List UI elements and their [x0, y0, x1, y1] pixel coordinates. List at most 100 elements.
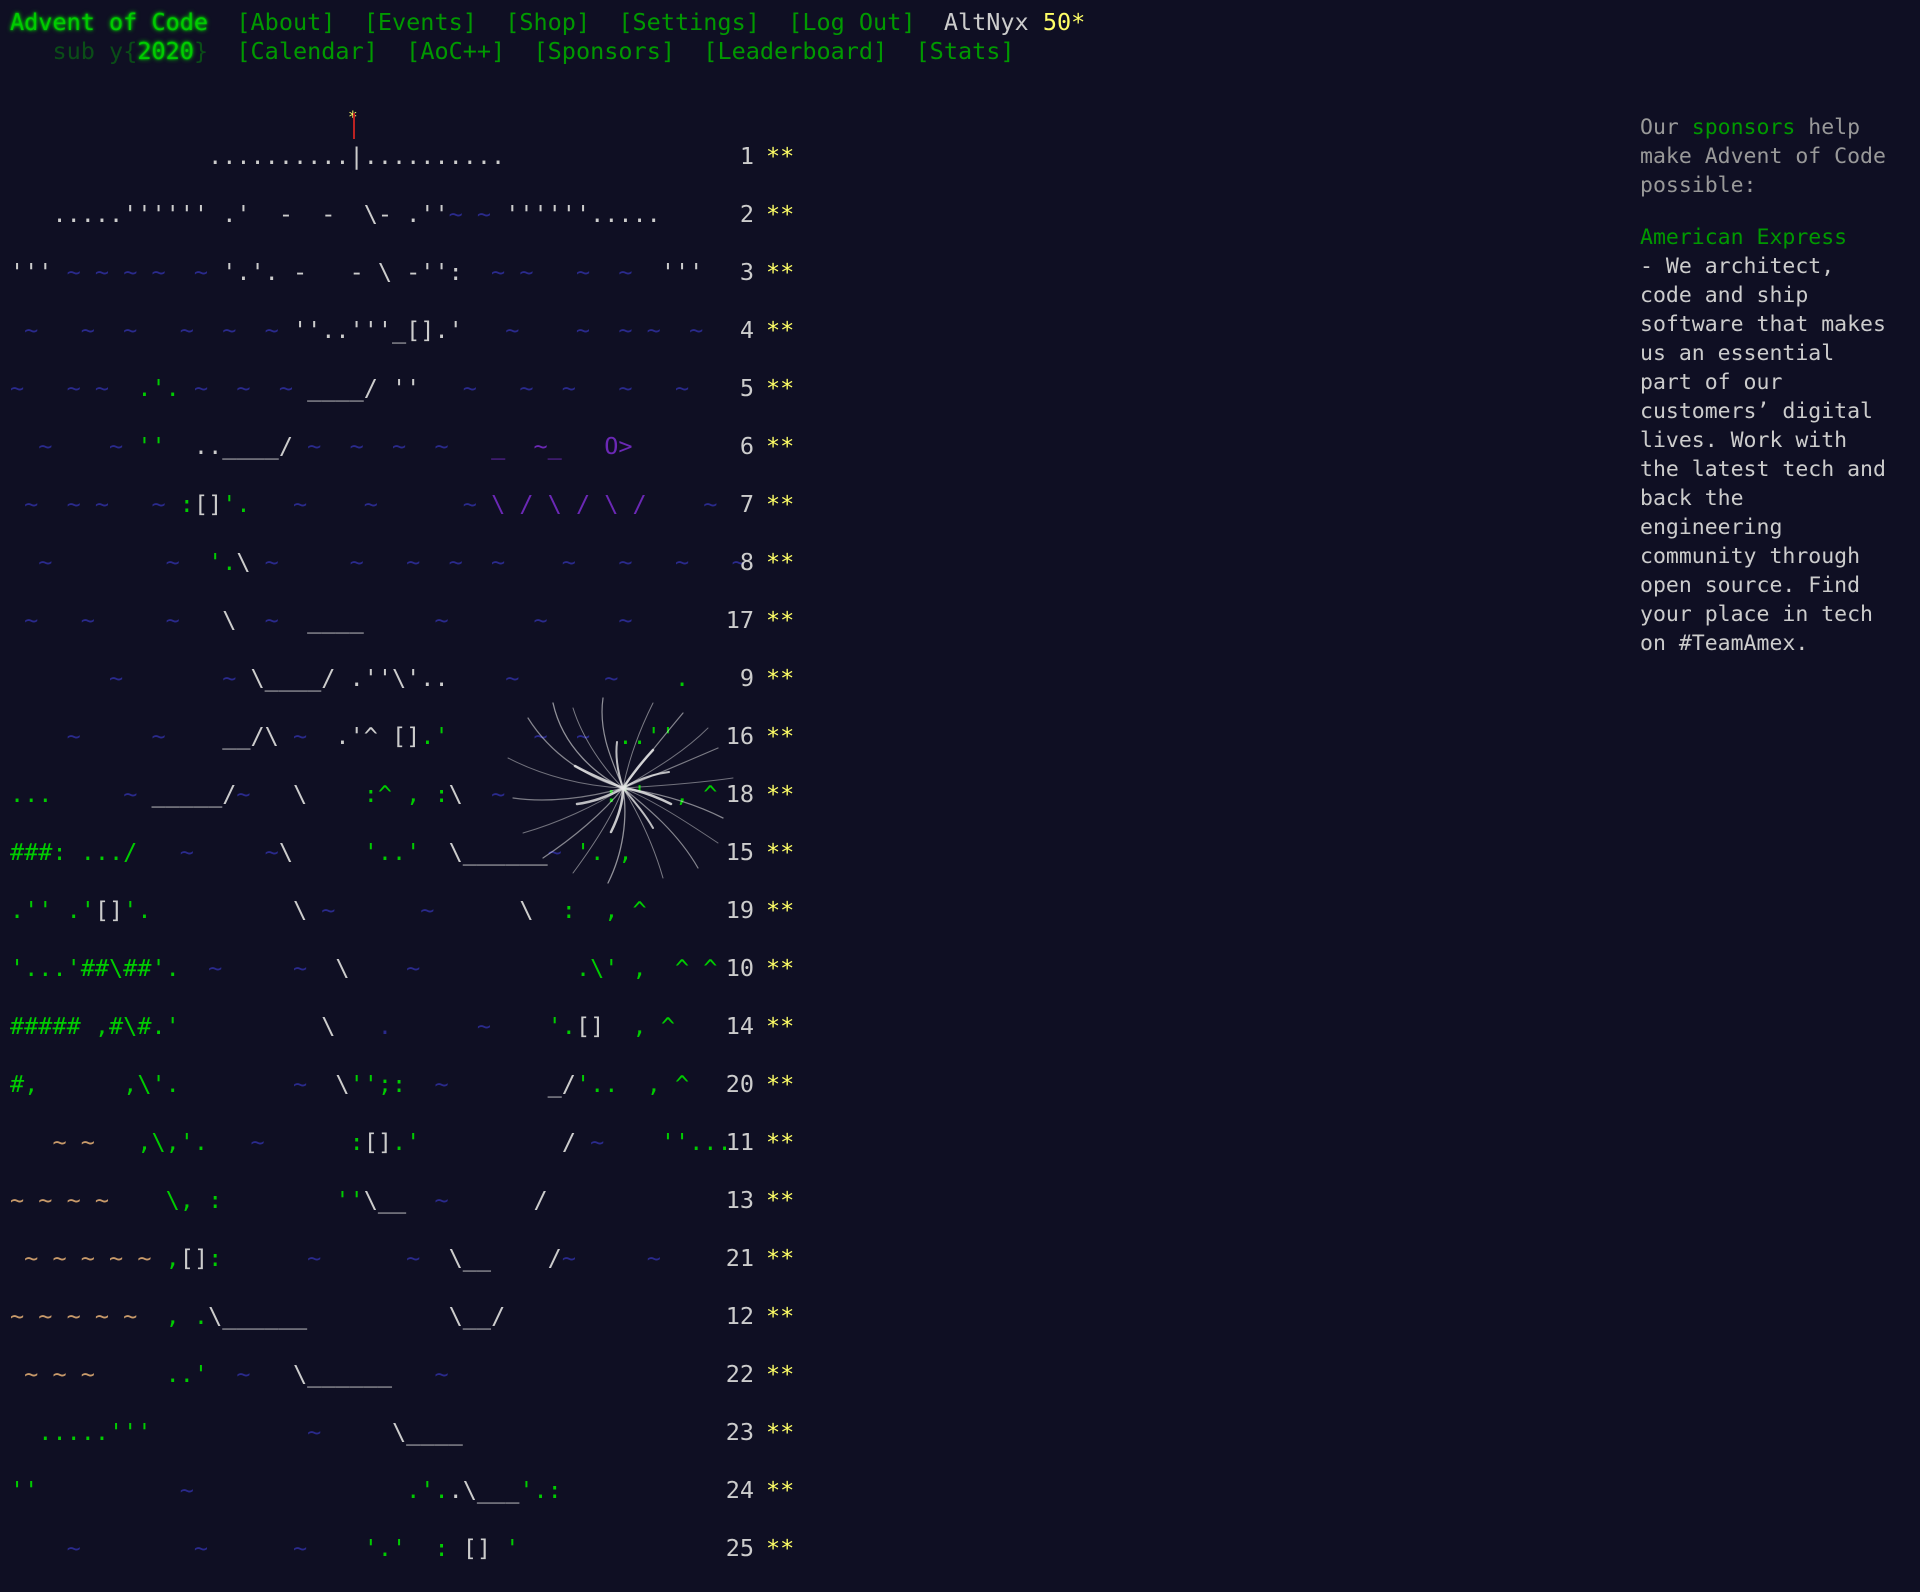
day-number: 20 — [725, 1070, 754, 1098]
day-number: 4 — [739, 316, 754, 344]
calendar-day-row[interactable]: ''' ~ ~ ~ ~ ~ '.'. - - \ -'': ~ ~ ~ ~ ''… — [10, 258, 794, 287]
calendar-day-row[interactable]: ~ ~ '.\ ~ ~ ~ ~ ~ ~ ~ ~ ~8 ** — [10, 548, 794, 577]
calendar-art: ~ ~ ~ '.' : [] ' — [10, 1534, 520, 1562]
nav-aocplusplus[interactable]: [AoC++] — [406, 37, 505, 65]
day-number: 19 — [725, 896, 754, 924]
day-number: 1 — [739, 142, 754, 170]
calendar-art: '' ~ .'..\___'.: — [10, 1476, 562, 1504]
year-suffix: } — [193, 37, 209, 65]
day-stars: ** — [766, 722, 795, 750]
calendar-day-row[interactable]: #, ,\'. ~ \'';: ~ _/'.. , ^ 20 ** — [10, 1070, 794, 1099]
calendar-art: .....''' ~ \____ — [10, 1418, 463, 1446]
calendar-art: ~ ~ \____/ .''\'.. ~ ~ . — [10, 664, 690, 692]
calendar-day-row[interactable]: ..........|.......... 1 ** — [10, 142, 794, 171]
calendar-art: .'' .'[]'. \ ~ ~ \ : , ^ — [10, 896, 647, 924]
calendar-art: ~ ~ '' ..____/ ~ ~ ~ ~ _ ~_ O> — [10, 432, 633, 460]
sponsor-description: - We architect, code and ship software t… — [1640, 254, 1886, 656]
day-number: 23 — [725, 1418, 754, 1446]
day-stars: ** — [766, 664, 795, 692]
sponsor-entry: American Express - We architect, code an… — [1640, 223, 1890, 658]
calendar-day-row[interactable]: ~ ~ ,\,'. ~ :[].' / ~ ''...11 ** — [10, 1128, 794, 1157]
year-link[interactable]: 2020 — [137, 37, 194, 65]
day-stars: ** — [766, 1186, 795, 1214]
day-stars: ** — [766, 1302, 795, 1330]
day-number: 22 — [725, 1360, 754, 1388]
calendar-day-row[interactable]: ~ ~ ~ ~ ~ , .\______ \__/ 12 ** — [10, 1302, 794, 1331]
day-number: 9 — [739, 664, 754, 692]
header-bottom-row: sub y{2020} [Calendar] [AoC++] [Sponsors… — [10, 37, 1015, 66]
calendar-day-row[interactable]: ~ ~ ~ ..' ~ \______ ~ 22 ** — [10, 1360, 794, 1389]
calendar-day-row[interactable]: '' ~ .'..\___'.: 24 ** — [10, 1476, 794, 1505]
username: AltNyx — [943, 8, 1029, 36]
intro-text-before: Our — [1640, 115, 1692, 140]
day-number: 8 — [739, 548, 754, 576]
calendar-day-row[interactable]: '...'##\##'. ~ ~ \ ~ .\' , ^ ^ 10 ** — [10, 954, 794, 983]
calendar-art: ~ ~ '.\ ~ ~ ~ ~ ~ ~ ~ ~ ~ — [10, 548, 746, 576]
day-stars: ** — [766, 142, 795, 170]
calendar-day-row[interactable]: .'' .'[]'. \ ~ ~ \ : , ^ 19 ** — [10, 896, 794, 925]
nav-logout[interactable]: [Log Out] — [788, 8, 915, 36]
day-stars: ** — [766, 1418, 795, 1446]
site-title-link[interactable]: Advent of Code — [10, 8, 208, 36]
calendar-day-row[interactable]: ~ ~ ~ ~ ~ ~ ''..'''_[].' ~ ~ ~ ~ ~ 4 ** — [10, 316, 794, 345]
calendar-day-row[interactable]: .....'''''' .' - - \- .''~ ~ ''''''.....… — [10, 200, 794, 229]
day-number: 6 — [739, 432, 754, 460]
nav-leaderboard[interactable]: [Leaderboard] — [703, 37, 887, 65]
calendar-day-row[interactable]: ~ ~ ~ '.' : [] ' 25 ** — [10, 1534, 795, 1563]
nav-calendar[interactable]: [Calendar] — [236, 37, 377, 65]
day-number: 5 — [739, 374, 754, 402]
day-stars: ** — [766, 548, 795, 576]
sponsor-name-link[interactable]: American Express — [1640, 223, 1890, 252]
day-stars: ** — [766, 432, 795, 460]
calendar-art: ~ ~ ~ \ ~ ____ ~ ~ ~ — [10, 606, 633, 634]
nav-shop[interactable]: [Shop] — [505, 8, 590, 36]
calendar-day-row[interactable]: ~ ~ ~ ~ \, : ''\__ ~ / 13 ** — [10, 1186, 794, 1215]
calendar-art: ~ ~ ,\,'. ~ :[].' / ~ ''... — [10, 1128, 732, 1156]
header-top-row: Advent of Code [About] [Events] [Shop] [… — [10, 8, 1085, 37]
day-number: 21 — [725, 1244, 754, 1272]
day-stars: ** — [766, 780, 795, 808]
day-stars: ** — [766, 896, 795, 924]
day-number: 14 — [725, 1012, 754, 1040]
day-number: 10 — [725, 954, 754, 982]
calendar-art: ~ ~ ~ ~ \, : ''\__ ~ / — [10, 1186, 548, 1214]
day-stars: ** — [766, 1244, 795, 1272]
calendar-art: ~ ~ ~ ~ ~ ~ ''..'''_[].' ~ ~ ~ ~ ~ — [10, 316, 704, 344]
calendar-art: ##### ,#\#.' \ . ~ '.[] , ^ — [10, 1012, 675, 1040]
nav-sponsors[interactable]: [Sponsors] — [534, 37, 675, 65]
calendar-art: ~ ~ ~ ..' ~ \______ ~ — [10, 1360, 449, 1388]
sponsor-intro: Our sponsors help make Advent of Code po… — [1640, 113, 1890, 200]
calendar-art: #, ,\'. ~ \'';: ~ _/'.. , ^ — [10, 1070, 690, 1098]
day-number: 2 — [739, 200, 754, 228]
day-number: 24 — [725, 1476, 754, 1504]
swirl-vortex-icon — [507, 697, 734, 884]
calendar-day-row[interactable]: ~ ~ ~ ~ ~ ,[]: ~ ~ \__ /~ ~ 21 ** — [10, 1244, 794, 1273]
day-stars: ** — [766, 606, 795, 634]
day-stars: ** — [766, 1128, 795, 1156]
calendar-day-row[interactable]: ~ ~ ~ \ ~ ____ ~ ~ ~ 17 ** — [10, 606, 794, 635]
calendar-art: ~ ~ ~ ~ :[]'. ~ ~ ~ \ / \ / \ / ~ — [10, 490, 718, 518]
calendar-art: '...'##\##'. ~ ~ \ ~ .\' , ^ ^ — [10, 954, 718, 982]
sponsors-link[interactable]: sponsors — [1692, 115, 1796, 140]
star-count: 50* — [1042, 8, 1086, 36]
calendar-day-row[interactable]: .....''' ~ \____ 23 ** — [10, 1418, 794, 1447]
calendar-day-row[interactable]: ~ ~ ~ ~ :[]'. ~ ~ ~ \ / \ / \ / ~ 7 ** — [10, 490, 794, 519]
calendar-art: ''' ~ ~ ~ ~ ~ '.'. - - \ -'': ~ ~ ~ ~ ''… — [10, 258, 704, 286]
day-stars: ** — [766, 490, 795, 518]
day-stars: ** — [766, 1360, 795, 1388]
nav-settings[interactable]: [Settings] — [618, 8, 759, 36]
day-number: 3 — [739, 258, 754, 286]
day-number: 12 — [725, 1302, 754, 1330]
day-stars: ** — [766, 1534, 795, 1562]
nav-stats[interactable]: [Stats] — [916, 37, 1015, 65]
day-stars: ** — [766, 1070, 795, 1098]
calendar-day-row[interactable]: ~ ~ ~ .'. ~ ~ ~ ____/ '' ~ ~ ~ ~ ~ 5 ** — [10, 374, 794, 403]
calendar-art: .....'''''' .' - - \- .''~ ~ ''''''..... — [10, 200, 661, 228]
nav-about[interactable]: [About] — [236, 8, 335, 36]
calendar-day-row[interactable]: ~ ~ '' ..____/ ~ ~ ~ ~ _ ~_ O> 6 ** — [10, 432, 794, 461]
calendar-art: ..........|.......... — [10, 142, 506, 170]
day-number: 11 — [725, 1128, 754, 1156]
nav-events[interactable]: [Events] — [364, 8, 477, 36]
calendar-day-row[interactable]: ~ ~ \____/ .''\'.. ~ ~ . 9 ** — [10, 664, 794, 693]
calendar-day-row[interactable]: ##### ,#\#.' \ . ~ '.[] , ^ 14 ** — [10, 1012, 794, 1041]
